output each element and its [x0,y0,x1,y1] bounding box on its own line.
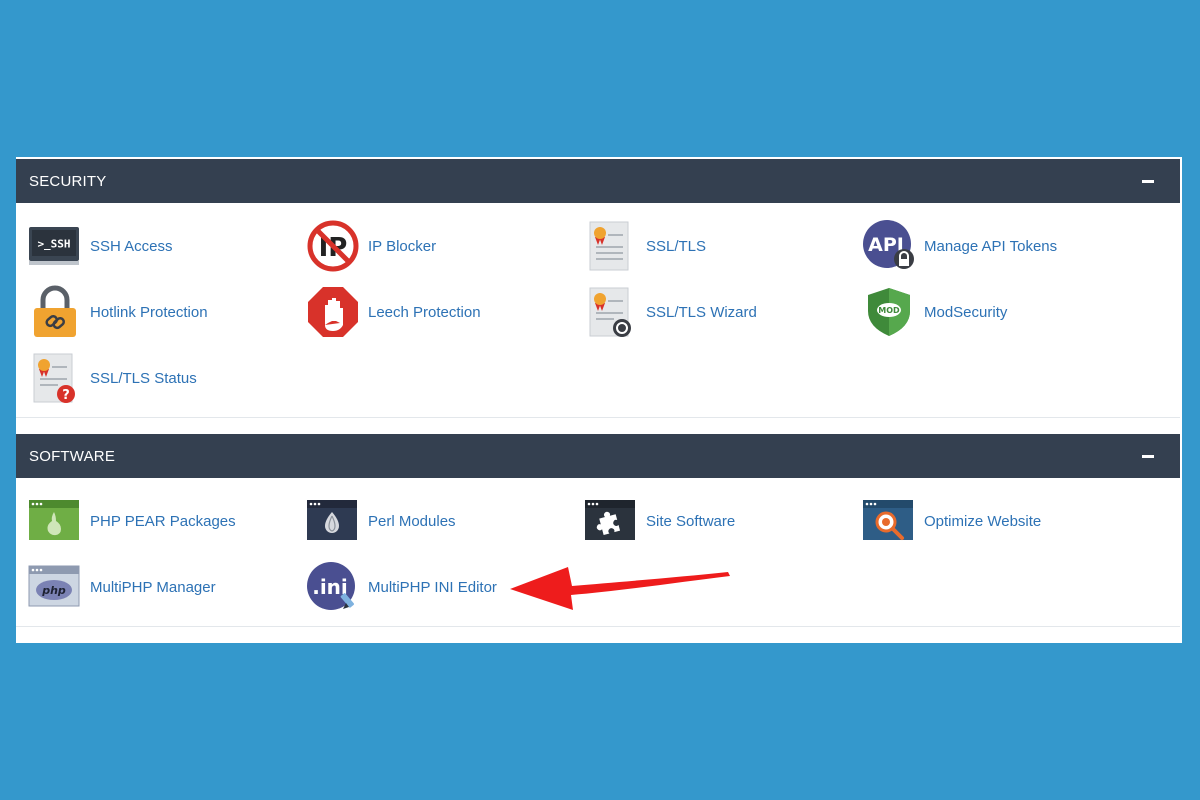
manage-api-tokens-label: Manage API Tokens [924,237,1058,255]
padlock-link-icon [34,285,76,337]
ini-editor-icon: .ini [307,562,355,610]
stop-hand-icon [308,287,358,337]
security-section-header[interactable]: SECURITY [16,159,1180,203]
optimize-website-label: Optimize Website [924,512,1042,530]
certificate-icon [589,221,629,271]
multiphp-manager-item[interactable]: php MultiPHP Manager [28,558,298,616]
mod-shield-icon: MOD [868,288,910,336]
svg-text:MOD: MOD [878,306,900,315]
security-collapse-button[interactable] [1138,171,1158,191]
svg-text:>_SSH: >_SSH [37,238,70,251]
ssl-tls-status-item[interactable]: ? SSL/TLS Status [28,349,298,407]
hotlink-protection-label: Hotlink Protection [90,303,208,321]
php-window-icon: php [28,565,80,607]
optimize-website-item[interactable]: Optimize Website [862,492,1132,550]
ssl-tls-wizard-item[interactable]: SSL/TLS Wizard [584,283,854,341]
ssl-tls-item[interactable]: SSL/TLS [584,217,854,275]
ssh-access-item[interactable]: >_SSH SSH Access [28,217,298,275]
puzzle-window-icon [585,500,635,540]
minus-icon [1142,454,1154,458]
certificate-status-icon: ? [33,353,75,403]
leech-protection-item[interactable]: Leech Protection [306,283,576,341]
manage-api-tokens-item[interactable]: API Manage API Tokens [862,217,1132,275]
perl-modules-label: Perl Modules [368,512,456,530]
svg-text:?: ? [62,388,70,403]
api-lock-icon: API [863,220,914,269]
hotlink-protection-item[interactable]: Hotlink Protection [28,283,298,341]
site-software-item[interactable]: Site Software [584,492,854,550]
php-pear-packages-item[interactable]: PHP PEAR Packages [28,492,298,550]
ssh-access-label: SSH Access [90,237,173,255]
ssl-tls-wizard-label: SSL/TLS Wizard [646,303,757,321]
software-collapse-button[interactable] [1138,446,1158,466]
perl-modules-item[interactable]: Perl Modules [306,492,576,550]
php-pear-packages-label: PHP PEAR Packages [90,512,236,530]
ip-blocker-item[interactable]: IP IP Blocker [306,217,576,275]
svg-text:php: php [41,584,66,597]
magnifier-window-icon [863,500,913,540]
software-section-header[interactable]: SOFTWARE [16,434,1180,478]
ssh-terminal-icon: >_SSH [29,227,79,265]
multiphp-manager-label: MultiPHP Manager [90,578,216,596]
red-arrow-icon [510,567,730,610]
ip-blocker-label: IP Blocker [368,237,437,255]
minus-icon [1142,179,1154,183]
modsecurity-label: ModSecurity [924,303,1008,321]
onion-window-icon [307,500,357,540]
multiphp-ini-editor-label: MultiPHP INI Editor [368,578,497,596]
security-section-title: SECURITY [29,172,107,190]
pear-window-icon [29,500,79,540]
site-software-label: Site Software [646,512,736,530]
modsecurity-item[interactable]: MOD ModSecurity [862,283,1132,341]
certificate-wizard-icon [589,287,631,337]
ip-blocker-icon: IP [307,220,359,272]
software-section-title: SOFTWARE [29,447,116,465]
leech-protection-label: Leech Protection [368,303,481,321]
ssl-tls-status-label: SSL/TLS Status [90,369,197,387]
security-section-body: >_SSH SSH Access IP IP Blocker [16,203,1180,418]
ssl-tls-label: SSL/TLS [646,237,707,255]
